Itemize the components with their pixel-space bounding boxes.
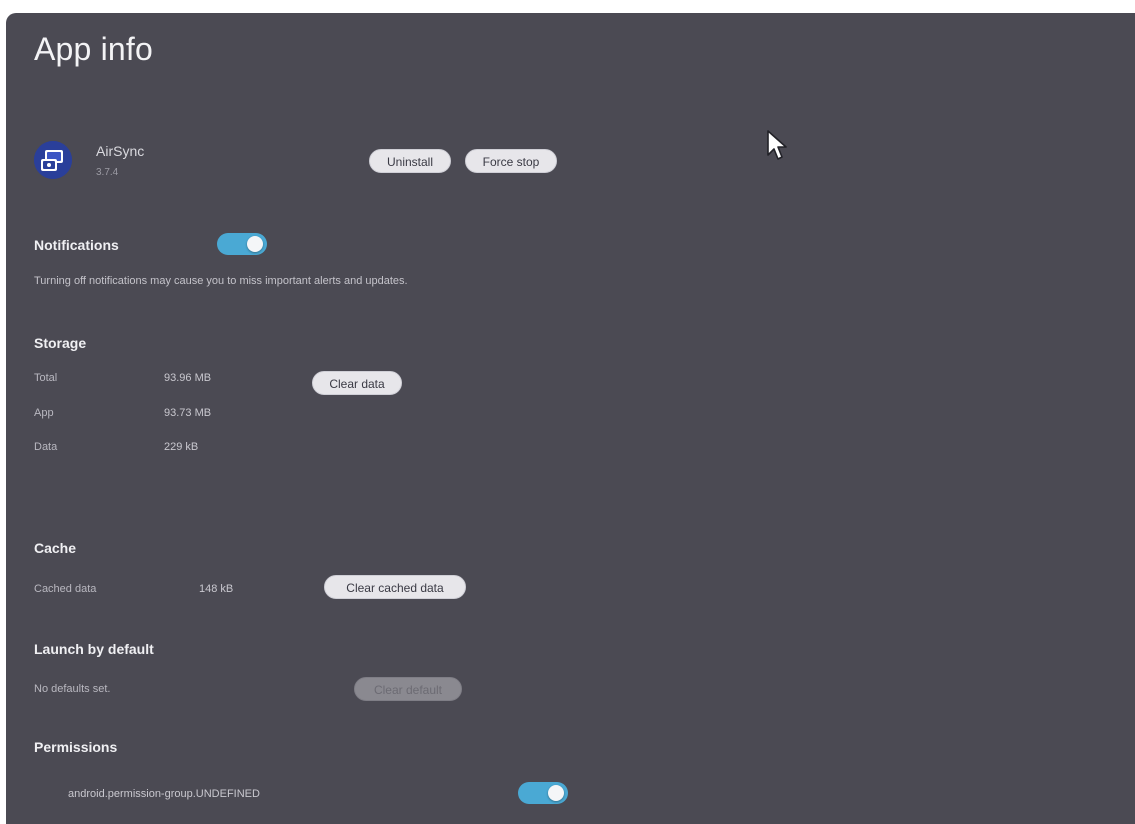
storage-data-label: Data [34,441,58,453]
mouse-pointer-icon [766,129,792,163]
storage-data-value: 229 kB [164,441,199,453]
permissions-heading: Permissions [34,739,118,755]
storage-app-label: App [34,407,54,419]
notifications-heading: Notifications [34,237,119,253]
cached-data-label: Cached data [34,583,97,595]
launch-default-description: No defaults set. [34,683,111,695]
cached-data-value: 148 kB [199,583,234,595]
storage-total-label: Total [34,372,58,384]
app-version: 3.7.4 [96,167,119,178]
airsync-app-icon [34,141,72,179]
notifications-description: Turning off notifications may cause you … [34,275,408,287]
app-info-panel: App info AirSync 3.7.4 Uninstall Force s… [6,13,1135,824]
page-title: App info [34,31,154,67]
clear-data-button[interactable]: Clear data [312,371,402,395]
permission-undefined-toggle[interactable] [518,782,568,804]
airsync-logo-icon [34,141,72,179]
storage-heading: Storage [34,335,87,351]
toggle-knob [247,236,263,252]
storage-app-value: 93.73 MB [164,407,212,419]
cache-heading: Cache [34,540,77,556]
toggle-knob [548,785,564,801]
uninstall-button[interactable]: Uninstall [369,149,451,173]
force-stop-button[interactable]: Force stop [465,149,557,173]
storage-total-value: 93.96 MB [164,372,212,384]
notifications-toggle[interactable] [217,233,267,255]
clear-default-button[interactable]: Clear default [354,677,462,701]
permission-item-label: android.permission-group.UNDEFINED [68,788,260,800]
app-name: AirSync [96,143,145,159]
launch-by-default-heading: Launch by default [34,641,154,657]
clear-cached-data-button[interactable]: Clear cached data [324,575,466,599]
